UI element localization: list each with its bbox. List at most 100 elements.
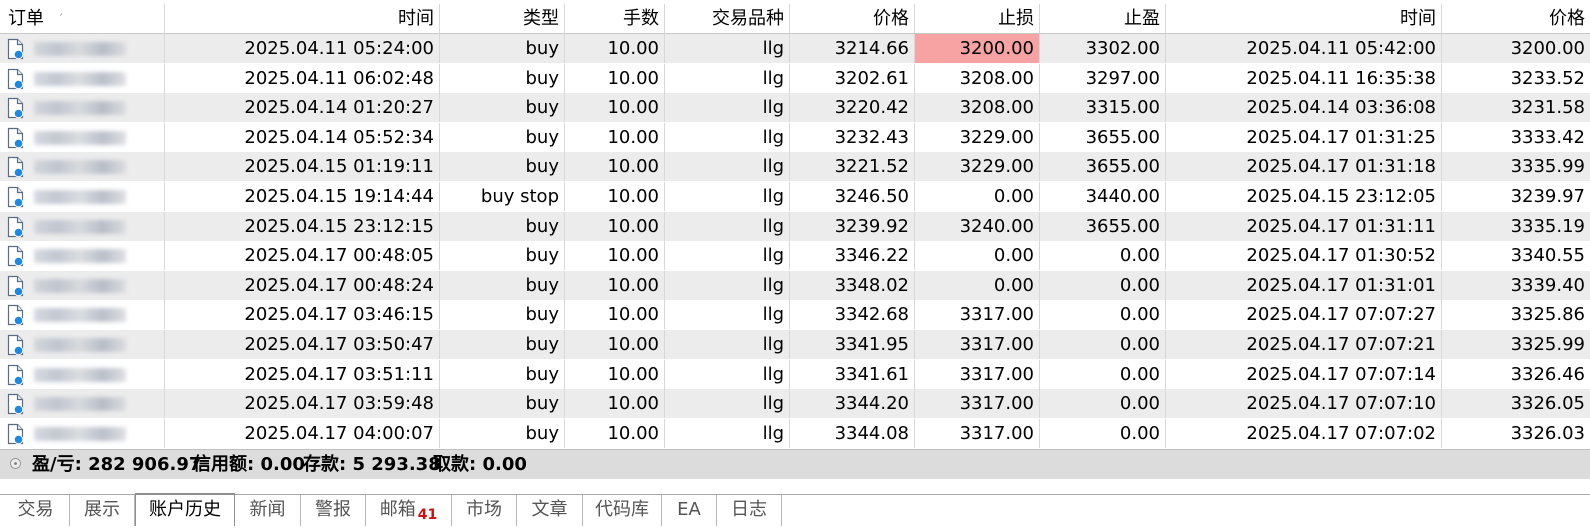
table-row[interactable]: 2025.04.11 05:24:00 buy 10.00 llg 3214.66 320… [0, 34, 1590, 63]
type-cell: buy [440, 300, 565, 330]
status-dot-icon[interactable] [10, 458, 21, 469]
symbol-cell: llg [665, 330, 790, 359]
column-header-close-price[interactable]: 价格 [1442, 4, 1590, 34]
column-header-stop-loss[interactable]: 止损 [915, 4, 1040, 34]
table-row[interactable]: 2025.04.17 03:50:47 buy 10.00 llg 3341.95 331… [0, 330, 1590, 359]
open-time-cell: 2025.04.15 19:14:44 [165, 182, 440, 211]
tab-label: 警报 [315, 499, 351, 520]
type-cell: buy [440, 330, 565, 359]
tab-2[interactable]: 展示 [70, 495, 135, 526]
tab-label: 账户历史 [149, 499, 221, 520]
tab-6[interactable]: 邮箱 41 [366, 495, 452, 526]
close-price-cell: 3339.40 [1510, 274, 1585, 296]
type-cell: buy [440, 34, 565, 63]
symbol-cell: llg [665, 152, 790, 182]
take-profit-cell: 3302.00 [1040, 34, 1166, 63]
take-profit-cell: 0.00 [1040, 389, 1166, 419]
open-time-cell: 2025.04.11 06:02:48 [165, 63, 440, 93]
redacted-order-id [34, 42, 126, 56]
credit-stat: 信用额: 0.00 [193, 454, 305, 475]
tab-7[interactable]: 市场 [452, 495, 517, 526]
take-profit-cell: 0.00 [1040, 270, 1166, 300]
stop-loss-cell: 3200.00 [915, 34, 1040, 63]
tab-11[interactable]: 日志 [717, 495, 782, 526]
table-row[interactable]: 2025.04.17 03:59:48 buy 10.00 llg 3344.20 331… [0, 389, 1590, 419]
column-header-label: 价格 [1549, 8, 1585, 29]
order-cell [0, 418, 165, 448]
lots-cell: 10.00 [565, 63, 665, 93]
document-blue-dot-icon [7, 334, 24, 356]
type-cell: buy [440, 389, 565, 419]
table-row[interactable]: 2025.04.17 03:46:15 buy 10.00 llg 3342.68 331… [0, 300, 1590, 330]
type-cell: buy [440, 93, 565, 123]
document-blue-dot-icon [7, 127, 24, 149]
order-cell [0, 63, 165, 93]
table-row[interactable]: 2025.04.17 03:51:11 buy 10.00 llg 3341.61 331… [0, 359, 1590, 389]
price-cell: 3202.61 [790, 63, 915, 93]
open-time-cell: 2025.04.14 01:20:27 [165, 93, 440, 123]
stop-loss-cell: 3317.00 [915, 418, 1040, 448]
stop-loss-cell: 0.00 [915, 182, 1040, 211]
table-row[interactable]: 2025.04.11 06:02:48 buy 10.00 llg 3202.61 320… [0, 63, 1590, 93]
table-row[interactable]: 2025.04.14 01:20:27 buy 10.00 llg 3220.42 320… [0, 93, 1590, 123]
tab-1[interactable]: 交易 [2, 495, 70, 526]
price-cell: 3342.68 [790, 300, 915, 330]
column-header-lots[interactable]: 手数 [565, 4, 665, 34]
close-time-cell: 2025.04.17 01:31:01 [1166, 270, 1442, 300]
take-profit-cell: 3655.00 [1040, 122, 1166, 152]
take-profit-cell: 0.00 [1040, 300, 1166, 330]
tab-4[interactable]: 新闻 [235, 495, 301, 526]
table-row[interactable]: 2025.04.15 19:14:44 buy stop 10.00 llg 3246.… [0, 182, 1590, 211]
column-header-open-time[interactable]: 时间 [165, 4, 440, 34]
lots-cell: 10.00 [565, 359, 665, 389]
tab-8[interactable]: 文章 [517, 495, 583, 526]
table-row[interactable]: 2025.04.17 00:48:24 buy 10.00 llg 3348.02 0.0… [0, 270, 1590, 300]
lots-cell: 10.00 [565, 418, 665, 448]
profit-stat: 盈/亏: 282 906.97 [32, 454, 202, 475]
table-row[interactable]: 2025.04.17 04:00:07 buy 10.00 llg 3344.08 331… [0, 418, 1590, 448]
column-header-type[interactable]: 类型 [440, 4, 565, 34]
column-header-label: 止损 [998, 8, 1034, 29]
take-profit-cell: 3315.00 [1040, 93, 1166, 123]
table-row[interactable]: 2025.04.14 05:52:34 buy 10.00 llg 3232.43 322… [0, 122, 1590, 152]
column-header-close-time[interactable]: 时间 [1166, 4, 1442, 34]
tab-label: 文章 [531, 499, 568, 520]
order-cell [0, 389, 165, 419]
table-row[interactable]: 2025.04.15 23:12:15 buy 10.00 llg 3239.92 324… [0, 211, 1590, 241]
redacted-order-id [34, 160, 126, 175]
document-blue-dot-icon [7, 186, 24, 208]
column-header-price[interactable]: 价格 [790, 4, 915, 34]
tab-5[interactable]: 警报 [301, 495, 366, 526]
symbol-cell: llg [665, 182, 790, 211]
tab-3[interactable]: 账户历史 [135, 493, 235, 526]
close-time-cell: 2025.04.17 07:07:10 [1166, 389, 1442, 419]
column-header-symbol[interactable]: 交易品种 [665, 4, 790, 34]
close-price-cell: 3239.97 [1510, 186, 1585, 207]
column-header-order[interactable]: 订单 ˊ [0, 4, 165, 34]
close-price-cell: 3231.58 [1510, 97, 1585, 119]
stop-loss-cell: 0.00 [915, 241, 1040, 271]
table-row[interactable]: 2025.04.17 00:48:05 buy 10.00 llg 3346.22 0.0… [0, 241, 1590, 271]
document-blue-dot-icon [7, 245, 24, 267]
close-price-cell: 3325.86 [1510, 304, 1585, 326]
table-row[interactable]: 2025.04.15 01:19:11 buy 10.00 llg 3221.52 322… [0, 152, 1590, 182]
order-cell [0, 330, 165, 359]
stop-loss-cell: 3208.00 [915, 93, 1040, 123]
close-price-cell: 3326.03 [1510, 422, 1585, 444]
tab-label: 代码库 [595, 499, 649, 520]
column-header-take-profit[interactable]: 止盈 [1040, 4, 1166, 34]
take-profit-cell: 3655.00 [1040, 152, 1166, 182]
tab-9[interactable]: 代码库 [583, 495, 662, 526]
redacted-order-id [34, 426, 126, 441]
stop-loss-cell: 3229.00 [915, 122, 1040, 152]
tab-10[interactable]: EA [662, 495, 717, 526]
symbol-cell: llg [665, 34, 790, 63]
redacted-order-id [34, 71, 126, 86]
redacted-order-id [34, 219, 126, 234]
lots-cell: 10.00 [565, 152, 665, 182]
stop-loss-cell: 3317.00 [915, 330, 1040, 359]
order-cell [0, 152, 165, 182]
column-header-label: 时间 [1400, 8, 1436, 29]
price-cell: 3348.02 [790, 270, 915, 300]
price-cell: 3341.95 [790, 330, 915, 359]
